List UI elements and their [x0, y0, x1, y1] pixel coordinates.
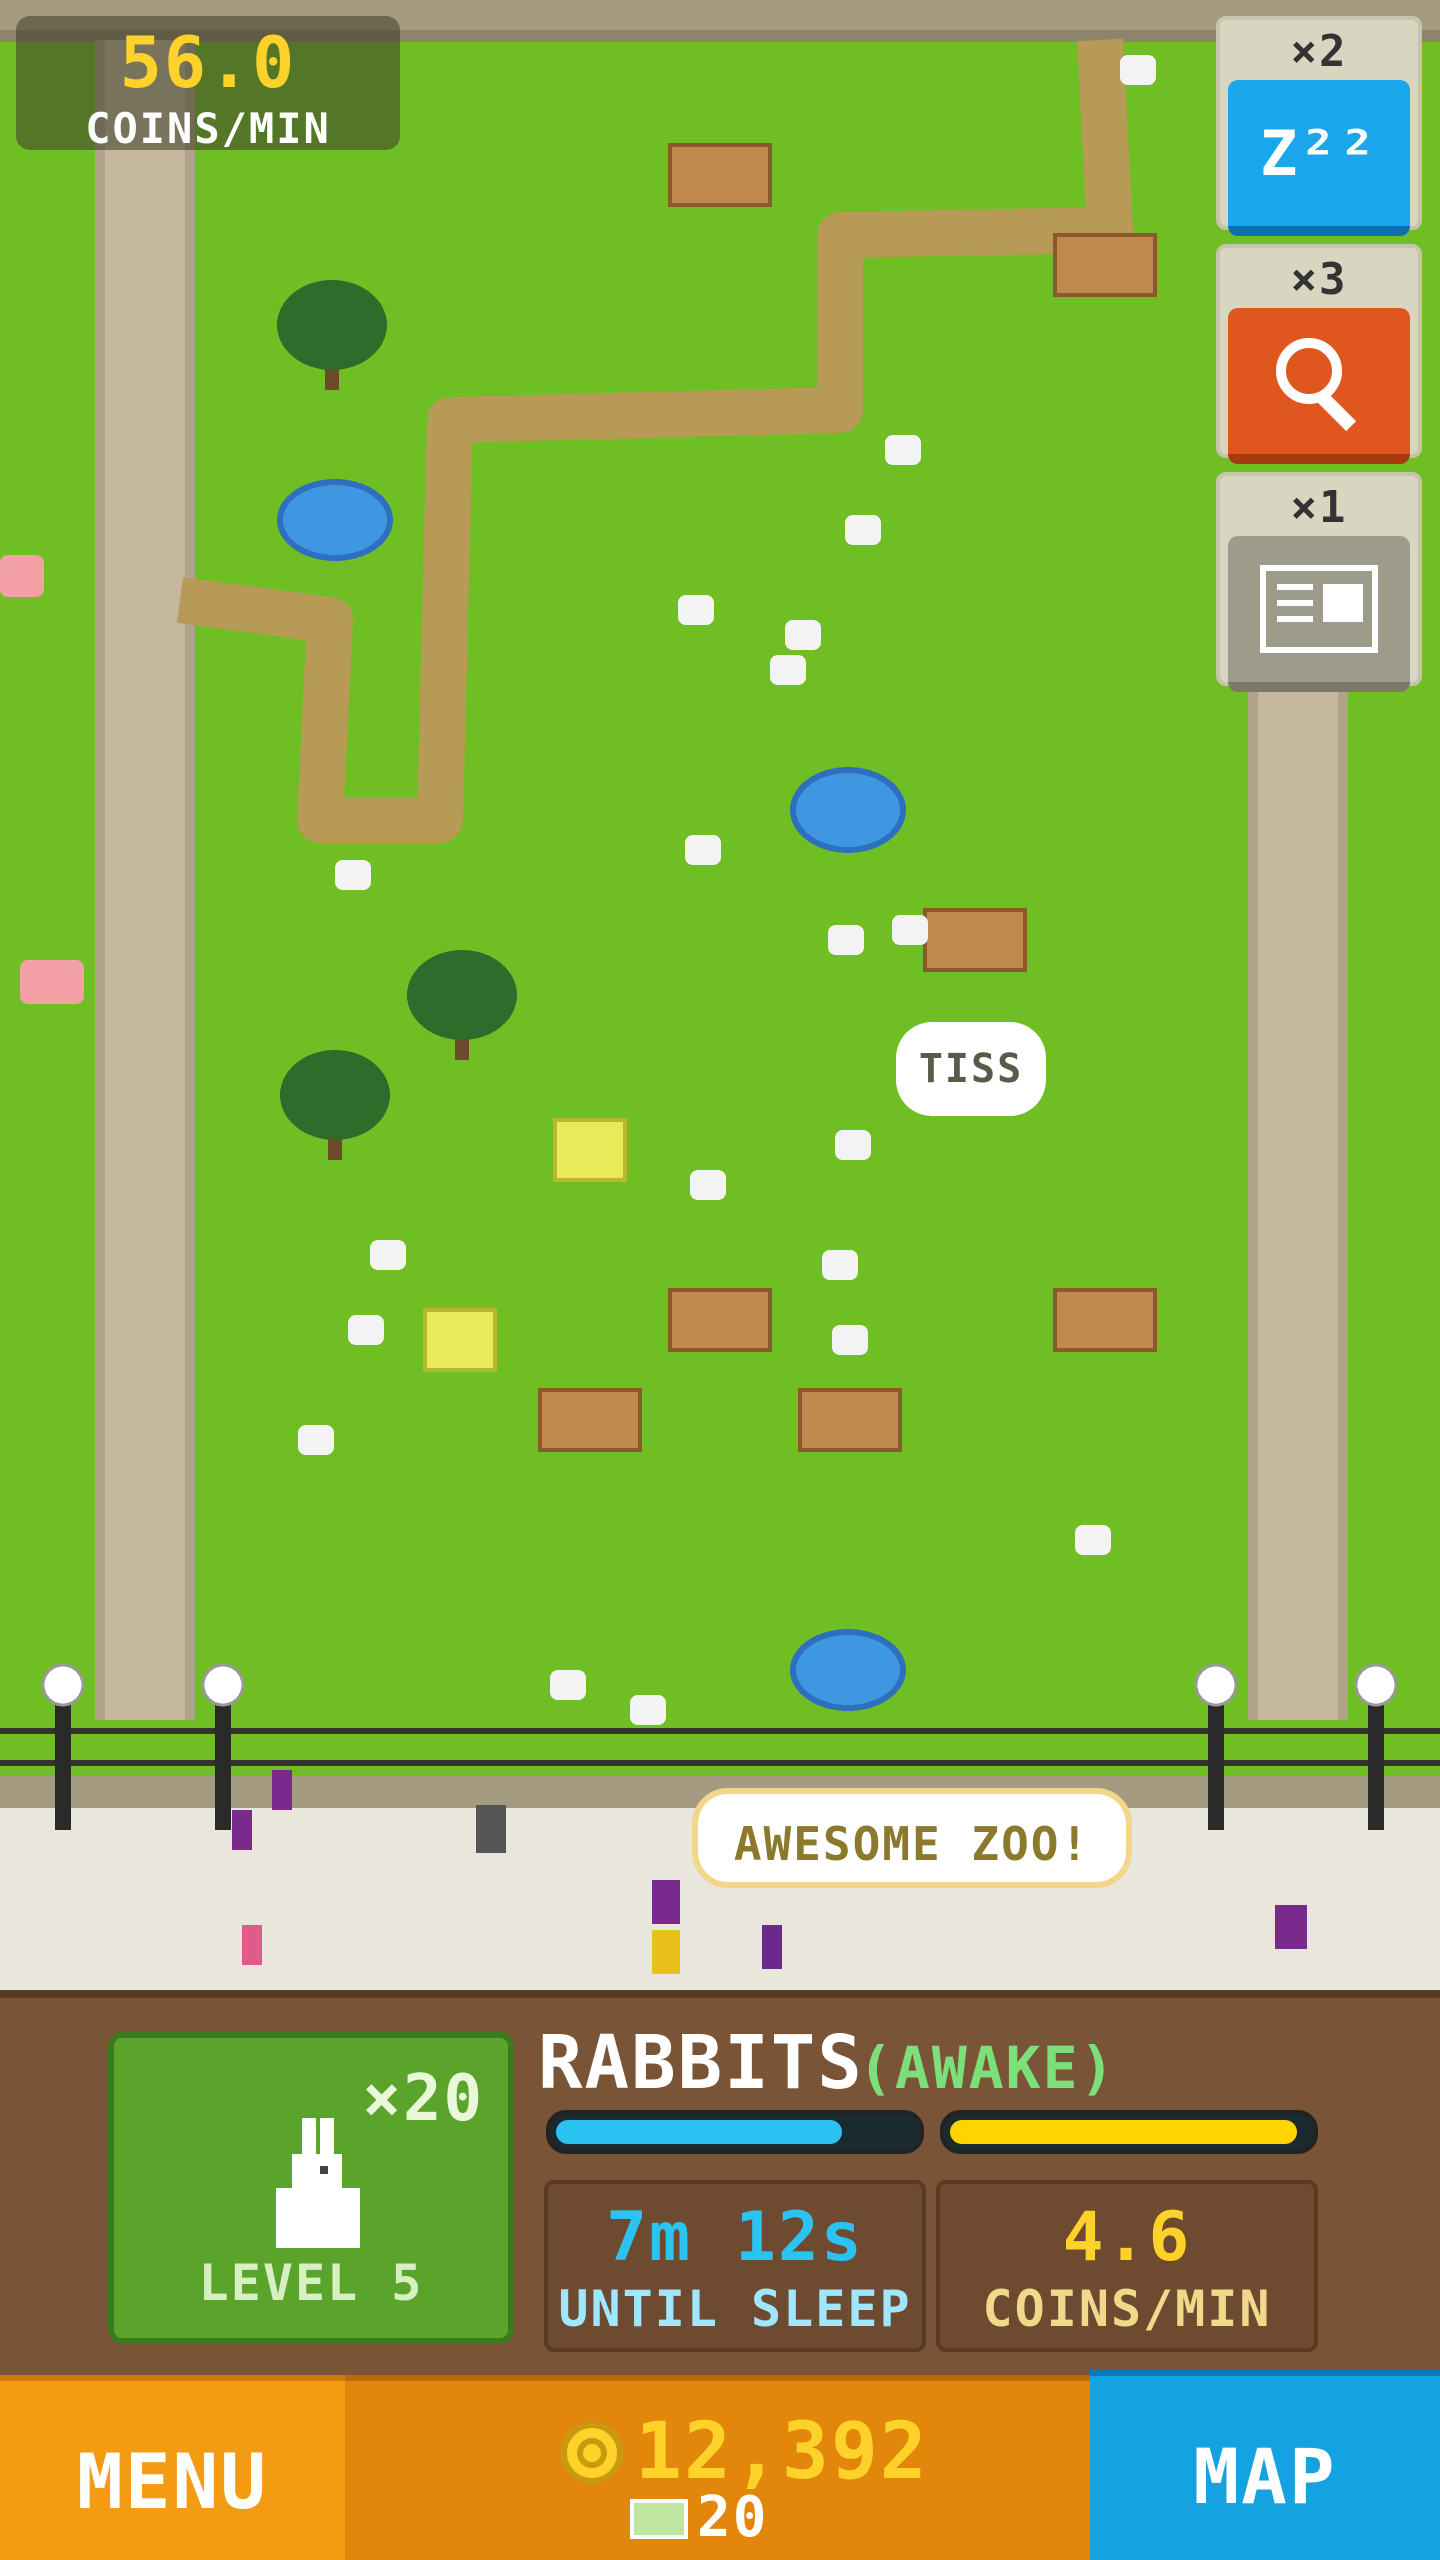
sleep-progress-fill [556, 2120, 843, 2144]
newspaper-icon [1260, 565, 1378, 653]
stone-wall-right [1248, 660, 1348, 1720]
rabbit-group [298, 55, 1156, 1725]
animal-speech-text: TISS [918, 1046, 1024, 1092]
search-powerup-button[interactable] [1228, 308, 1410, 464]
sleep-progress-bar [546, 2110, 924, 2154]
coins-rate-value: 56.0 [119, 22, 297, 104]
time-until-sleep-label: UNTIL SLEEP [558, 2280, 912, 2338]
powerup-count: ×2 [1290, 26, 1348, 77]
animal-state: (AWAKE) [858, 2034, 1117, 2102]
search-powerup-card[interactable]: ×3 [1216, 244, 1422, 464]
newspaper-powerup-button[interactable] [1228, 536, 1410, 692]
currency-display[interactable]: 12,392 20 [345, 2375, 1090, 2560]
dirt-path [176, 38, 1133, 843]
animal-coin-rate-label: COINS/MIN [982, 2280, 1272, 2338]
animal-level: LEVEL 5 [198, 2254, 424, 2312]
menu-label: MENU [76, 2437, 269, 2526]
coin-balance: 12,392 [635, 2407, 929, 2497]
menu-button[interactable]: MENU [0, 2375, 345, 2560]
newspaper-powerup-card[interactable]: ×1 [1216, 472, 1422, 692]
stone-wall-left [95, 40, 195, 1720]
powerup-count: ×1 [1290, 482, 1348, 533]
magnifier-icon [1276, 338, 1357, 432]
powerup-count: ×3 [1290, 254, 1348, 305]
sleep-timer-box: 7m 12s UNTIL SLEEP [544, 2180, 926, 2352]
animal-coin-rate-value: 4.6 [1062, 2198, 1192, 2277]
ticket-count: 20 [697, 2485, 769, 2550]
rabbit-icon [276, 2118, 360, 2248]
coins-per-minute-badge: 56.0 COINS/MIN [16, 16, 400, 153]
ticket-icon [630, 2499, 688, 2539]
animal-name: RABBITS [538, 2020, 864, 2106]
animal-coin-rate-box: 4.6 COINS/MIN [936, 2180, 1318, 2352]
sleep-powerup-button[interactable]: Z²² [1228, 80, 1410, 236]
time-until-sleep-value: 7m 12s [606, 2198, 864, 2277]
visitor-speech-text: AWESOME ZOO! [733, 1817, 1091, 1871]
hay-bale [423, 1118, 627, 1372]
visitor-speech-bubble: AWESOME ZOO! [692, 1788, 1132, 1888]
animal-card[interactable]: ×20 LEVEL 5 [108, 2032, 514, 2344]
animal-count: ×20 [362, 2062, 484, 2136]
sleep-powerup-card[interactable]: ×2 Z²² [1216, 16, 1422, 236]
animal-speech-bubble: TISS [896, 1022, 1046, 1116]
coin-progress-bar [940, 2110, 1318, 2154]
coin-icon [561, 2422, 623, 2484]
coins-rate-label: COINS/MIN [85, 104, 331, 153]
map-label: MAP [1193, 2432, 1337, 2521]
sleep-zzz-icon: Z²² [1260, 116, 1378, 190]
map-button[interactable]: MAP [1090, 2370, 1440, 2560]
coin-progress-fill [950, 2120, 1298, 2144]
pig [0, 555, 84, 1004]
